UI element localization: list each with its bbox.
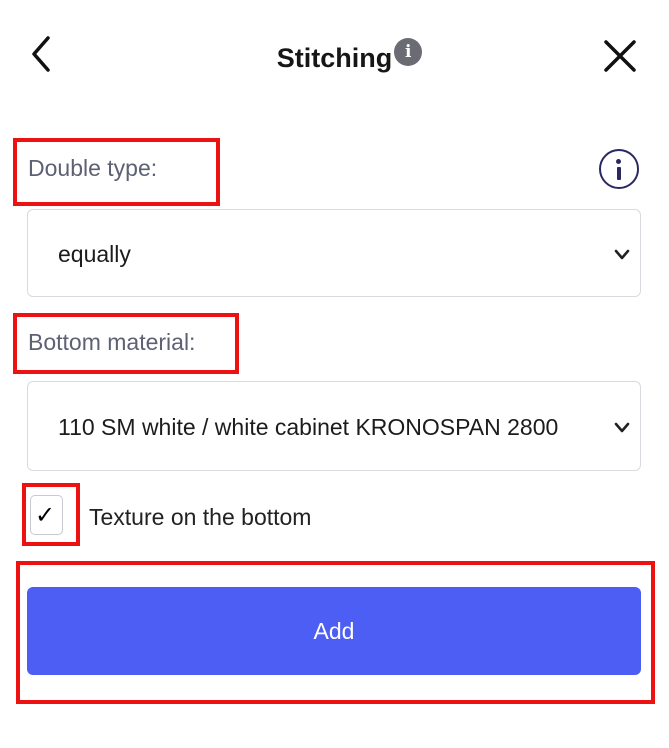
bottom-material-select-value: 110 SM white / white cabinet KRONOSPAN 2… <box>58 414 559 440</box>
chevron-down-icon <box>614 422 630 433</box>
texture-checkbox[interactable]: ✓ <box>30 495 63 535</box>
bottom-material-select[interactable]: 110 SM white / white cabinet KRONOSPAN 2… <box>27 381 641 471</box>
add-button[interactable]: Add <box>27 587 641 675</box>
info-icon[interactable] <box>599 149 639 189</box>
title-container: Stitching i <box>0 38 669 78</box>
double-type-label: Double type: <box>28 155 158 181</box>
bottom-material-label: Bottom material: <box>28 329 196 355</box>
checkmark-icon: ✓ <box>35 501 56 529</box>
close-button[interactable] <box>598 34 642 78</box>
dialog-header: Stitching i <box>0 0 669 110</box>
texture-checkbox-label[interactable]: Texture on the bottom <box>89 502 311 532</box>
close-icon <box>604 40 636 72</box>
title-info-icon[interactable]: i <box>394 38 423 66</box>
dialog-title: Stitching i <box>276 38 423 78</box>
chevron-down-icon <box>614 249 630 260</box>
info-icon-bar <box>616 167 621 180</box>
info-icon-dot <box>616 159 621 164</box>
double-type-select-value: equally <box>58 241 131 267</box>
dialog-title-text: Stitching <box>276 43 393 73</box>
double-type-select[interactable]: equally <box>27 209 641 297</box>
